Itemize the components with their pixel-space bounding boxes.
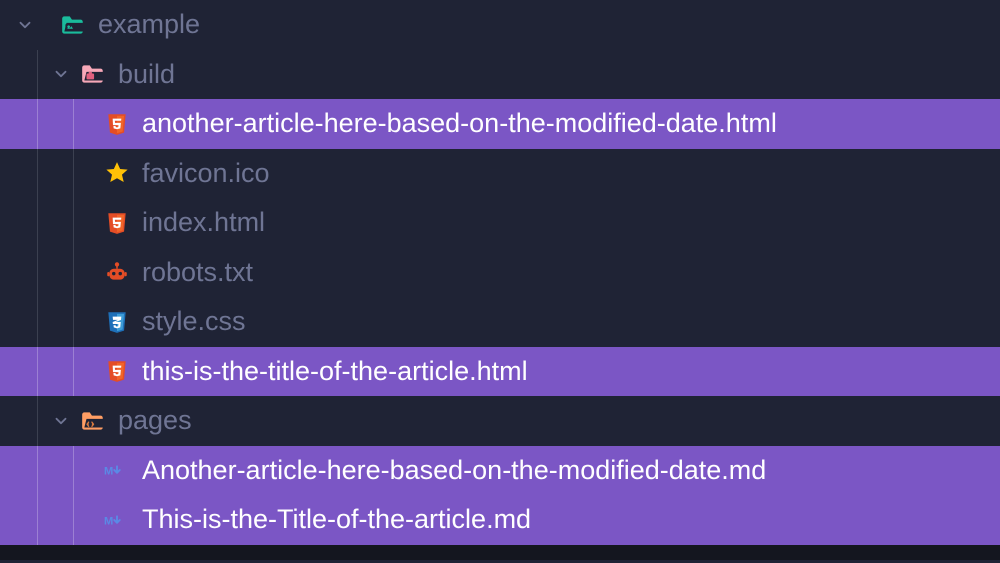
folder-label: example <box>98 9 200 40</box>
tree-row-robots[interactable]: robots.txt <box>0 248 1000 298</box>
html-file-icon <box>104 358 130 384</box>
chevron-down-icon <box>16 16 34 34</box>
folder-label: pages <box>118 405 192 436</box>
folder-open-icon <box>80 408 106 434</box>
tree-row-index[interactable]: index.html <box>0 198 1000 248</box>
file-label: robots.txt <box>142 257 253 288</box>
file-label: index.html <box>142 207 265 238</box>
folder-label: build <box>118 59 175 90</box>
folder-open-icon <box>60 12 86 38</box>
markdown-file-icon: M <box>104 457 130 483</box>
tree-row-style[interactable]: style.css <box>0 297 1000 347</box>
folder-open-icon <box>80 61 106 87</box>
favicon-star-icon <box>104 160 130 186</box>
tree-row-another-article-html[interactable]: another-article-here-based-on-the-modifi… <box>0 99 1000 149</box>
markdown-file-icon: M <box>104 507 130 533</box>
bottom-bar <box>0 545 1000 560</box>
tree-row-title-article-md[interactable]: M This-is-the-Title-of-the-article.md <box>0 495 1000 545</box>
html-file-icon <box>104 111 130 137</box>
chevron-down-icon <box>52 412 70 430</box>
robot-icon <box>104 259 130 285</box>
css-file-icon <box>104 309 130 335</box>
tree-row-pages[interactable]: pages <box>0 396 1000 446</box>
file-label: This-is-the-Title-of-the-article.md <box>142 504 531 535</box>
tree-row-another-article-md[interactable]: M Another-article-here-based-on-the-modi… <box>0 446 1000 496</box>
svg-text:M: M <box>104 515 113 527</box>
file-label: Another-article-here-based-on-the-modifi… <box>142 455 766 486</box>
file-label: another-article-here-based-on-the-modifi… <box>142 108 777 139</box>
chevron-down-icon <box>52 65 70 83</box>
tree-row-title-article-html[interactable]: this-is-the-title-of-the-article.html <box>0 347 1000 397</box>
tree-row-example[interactable]: example <box>0 0 1000 50</box>
tree-row-favicon[interactable]: favicon.ico <box>0 149 1000 199</box>
file-label: favicon.ico <box>142 158 270 189</box>
html-file-icon <box>104 210 130 236</box>
file-label: style.css <box>142 306 246 337</box>
svg-text:M: M <box>104 466 113 478</box>
tree-row-build[interactable]: build <box>0 50 1000 100</box>
file-label: this-is-the-title-of-the-article.html <box>142 356 528 387</box>
